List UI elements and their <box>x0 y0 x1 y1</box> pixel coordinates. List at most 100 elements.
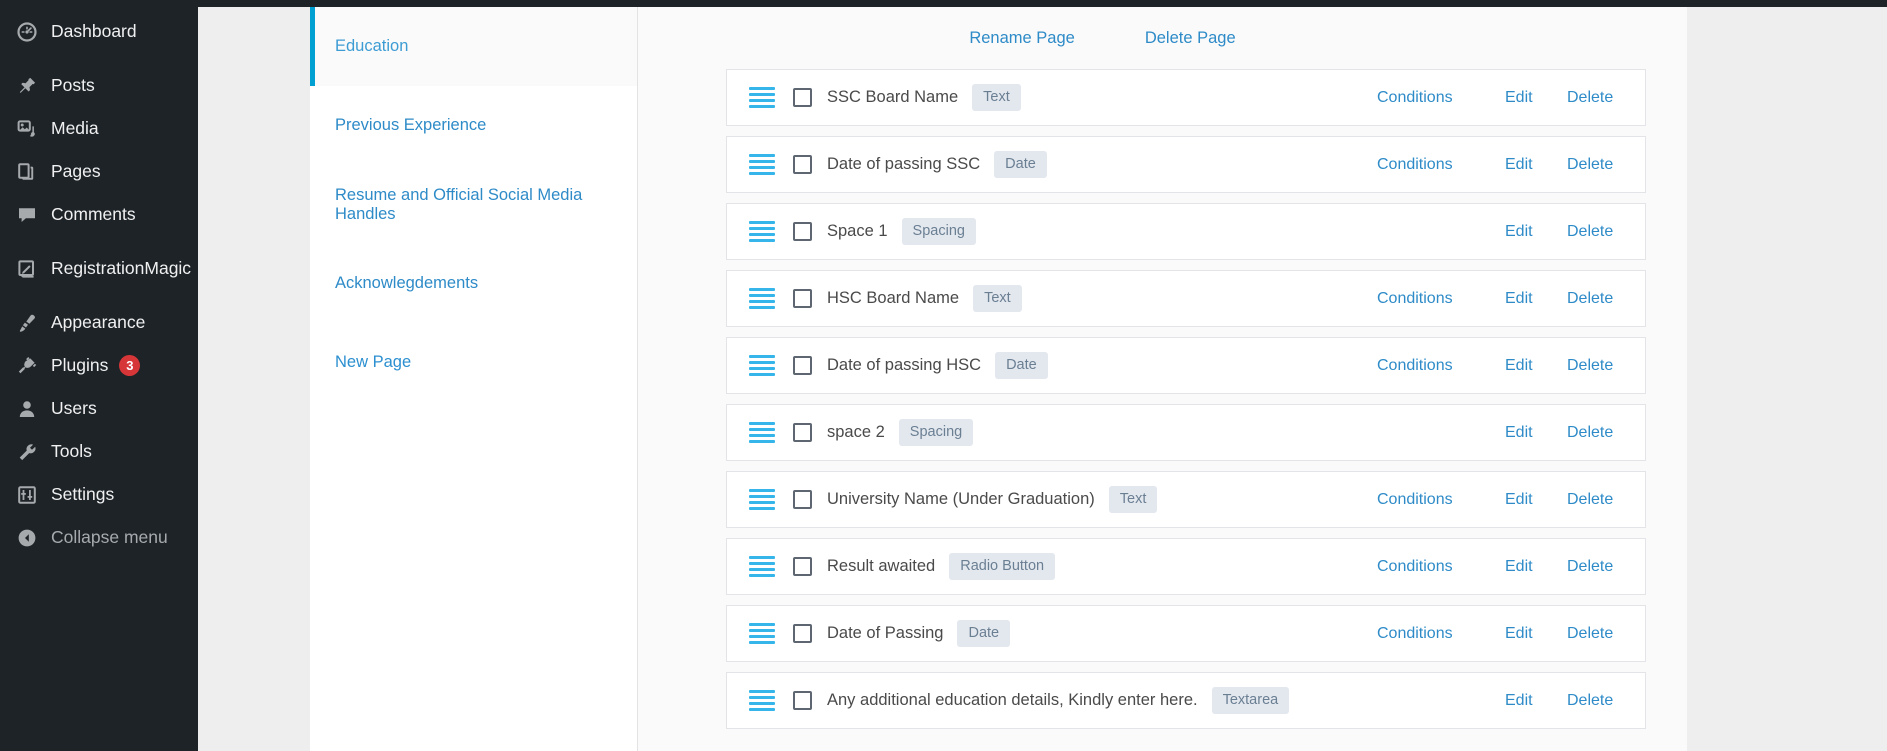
page-tab-previous-experience[interactable]: Previous Experience <box>310 86 637 165</box>
sidebar-item-label: Pages <box>51 160 101 181</box>
field-conditions-link[interactable]: Conditions <box>1377 89 1505 107</box>
field-edit-link[interactable]: Edit <box>1505 89 1567 107</box>
field-label: Result awaited <box>827 557 936 575</box>
field-delete-link[interactable]: Delete <box>1567 156 1619 174</box>
field-row: Date of passing SSC Date Conditions Edit Del… <box>726 136 1646 193</box>
field-row: Result awaited Radio Button Conditions Edit… <box>726 538 1646 595</box>
sidebar-item-dashboard[interactable]: Dashboard <box>0 10 198 53</box>
sidebar-item-appearance[interactable]: Appearance <box>0 301 198 344</box>
field-type-badge: Spacing <box>901 218 976 245</box>
drag-handle-icon[interactable] <box>749 488 775 511</box>
field-delete-link[interactable]: Delete <box>1567 692 1619 710</box>
field-conditions-link[interactable]: Conditions <box>1377 357 1505 375</box>
field-row-actions: Edit Delete <box>1377 223 1619 241</box>
sidebar-item-posts[interactable]: Posts <box>0 64 198 107</box>
page-tab-label: Acknowlegdements <box>335 274 479 292</box>
field-edit-link[interactable]: Edit <box>1505 491 1567 509</box>
page-tab-resume-and-official-social-media-handles[interactable]: Resume and Official Social Media Handles <box>310 165 637 244</box>
sidebar-item-plugins[interactable]: Plugins 3 <box>0 344 198 387</box>
field-select-checkbox[interactable] <box>793 423 812 442</box>
field-label: Date of passing HSC <box>827 356 982 374</box>
field-label: Date of Passing <box>827 624 944 642</box>
field-delete-link[interactable]: Delete <box>1567 223 1619 241</box>
field-select-checkbox[interactable] <box>793 557 812 576</box>
sidebar-item-users[interactable]: Users <box>0 387 198 430</box>
field-edit-link[interactable]: Edit <box>1505 692 1567 710</box>
field-edit-link[interactable]: Edit <box>1505 223 1567 241</box>
sidebar-item-media[interactable]: Media <box>0 107 198 150</box>
sidebar-item-comments[interactable]: Comments <box>0 193 198 236</box>
sidebar-item-label: RegistrationMagic <box>51 257 192 278</box>
field-select-checkbox[interactable] <box>793 691 812 710</box>
sidebar-item-pages[interactable]: Pages <box>0 150 198 193</box>
field-conditions-link[interactable]: Conditions <box>1377 290 1505 308</box>
field-select-checkbox[interactable] <box>793 490 812 509</box>
drag-handle-icon[interactable] <box>749 86 775 109</box>
sidebar-item-collapse-menu[interactable]: Collapse menu <box>0 516 198 559</box>
sidebar-item-settings[interactable]: Settings <box>0 473 198 516</box>
sidebar-divider <box>0 53 198 64</box>
field-conditions-link[interactable]: Conditions <box>1377 558 1505 576</box>
sidebar-item-label: Appearance <box>51 311 146 332</box>
field-delete-link[interactable]: Delete <box>1567 558 1619 576</box>
admin-top-bar <box>198 0 1887 7</box>
field-edit-link[interactable]: Edit <box>1505 357 1567 375</box>
field-row-actions: Edit Delete <box>1377 692 1619 710</box>
field-delete-link[interactable]: Delete <box>1567 424 1619 442</box>
field-row-actions: Conditions Edit Delete <box>1377 625 1619 643</box>
field-type-badge: Text <box>1108 486 1158 513</box>
field-select-checkbox[interactable] <box>793 289 812 308</box>
field-row: SSC Board Name Text Conditions Edit Delete <box>726 69 1646 126</box>
field-delete-link[interactable]: Delete <box>1567 357 1619 375</box>
drag-handle-icon[interactable] <box>749 354 775 377</box>
settings-icon <box>13 481 41 509</box>
field-label: space 2 <box>827 423 885 441</box>
field-conditions-link[interactable]: Conditions <box>1377 625 1505 643</box>
field-row: Space 1 Spacing Edit Delete <box>726 203 1646 260</box>
field-select-checkbox[interactable] <box>793 356 812 375</box>
field-conditions-link[interactable]: Conditions <box>1377 491 1505 509</box>
main-area: Education Previous Experience Resume and O… <box>198 0 1887 751</box>
field-conditions-link[interactable]: Conditions <box>1377 156 1505 174</box>
sidebar-item-label: Settings <box>51 483 115 504</box>
field-select-checkbox[interactable] <box>793 222 812 241</box>
drag-handle-icon[interactable] <box>749 287 775 310</box>
field-select-checkbox[interactable] <box>793 624 812 643</box>
field-label: Any additional education details, Kindly… <box>827 691 1198 709</box>
field-delete-link[interactable]: Delete <box>1567 89 1619 107</box>
drag-handle-icon[interactable] <box>749 622 775 645</box>
field-delete-link[interactable]: Delete <box>1567 625 1619 643</box>
page-tab-new-page[interactable]: New Page <box>310 323 637 402</box>
sidebar-item-registrationmagic[interactable]: RegistrationMagic <box>0 247 198 290</box>
field-edit-link[interactable]: Edit <box>1505 558 1567 576</box>
field-edit-link[interactable]: Edit <box>1505 424 1567 442</box>
field-select-checkbox[interactable] <box>793 155 812 174</box>
rename-page-button[interactable]: Rename Page <box>969 29 1075 48</box>
collapse-icon <box>13 524 41 552</box>
field-delete-link[interactable]: Delete <box>1567 491 1619 509</box>
sidebar-item-tools[interactable]: Tools <box>0 430 198 473</box>
field-type-badge: Date <box>995 352 1048 379</box>
field-select-checkbox[interactable] <box>793 88 812 107</box>
pages-icon <box>13 158 41 186</box>
drag-handle-icon[interactable] <box>749 421 775 444</box>
field-edit-link[interactable]: Edit <box>1505 625 1567 643</box>
field-label: SSC Board Name <box>827 88 959 106</box>
page-tab-label: Education <box>335 37 409 55</box>
drag-handle-icon[interactable] <box>749 555 775 578</box>
drag-handle-icon[interactable] <box>749 689 775 712</box>
field-delete-link[interactable]: Delete <box>1567 290 1619 308</box>
field-edit-link[interactable]: Edit <box>1505 290 1567 308</box>
registrationmagic-icon <box>13 255 41 283</box>
sidebar-item-label: Comments <box>51 203 136 224</box>
page-tab-education[interactable]: Education <box>310 7 637 86</box>
drag-handle-icon[interactable] <box>749 153 775 176</box>
delete-page-button[interactable]: Delete Page <box>1145 29 1236 48</box>
field-type-badge: Text <box>973 285 1022 312</box>
drag-handle-icon[interactable] <box>749 220 775 243</box>
field-edit-link[interactable]: Edit <box>1505 156 1567 174</box>
field-label: Date of passing SSC <box>827 155 981 173</box>
field-row-actions: Conditions Edit Delete <box>1377 156 1619 174</box>
page-tab-acknowlegdements[interactable]: Acknowlegdements <box>310 244 637 323</box>
field-type-badge: Date <box>957 620 1011 647</box>
